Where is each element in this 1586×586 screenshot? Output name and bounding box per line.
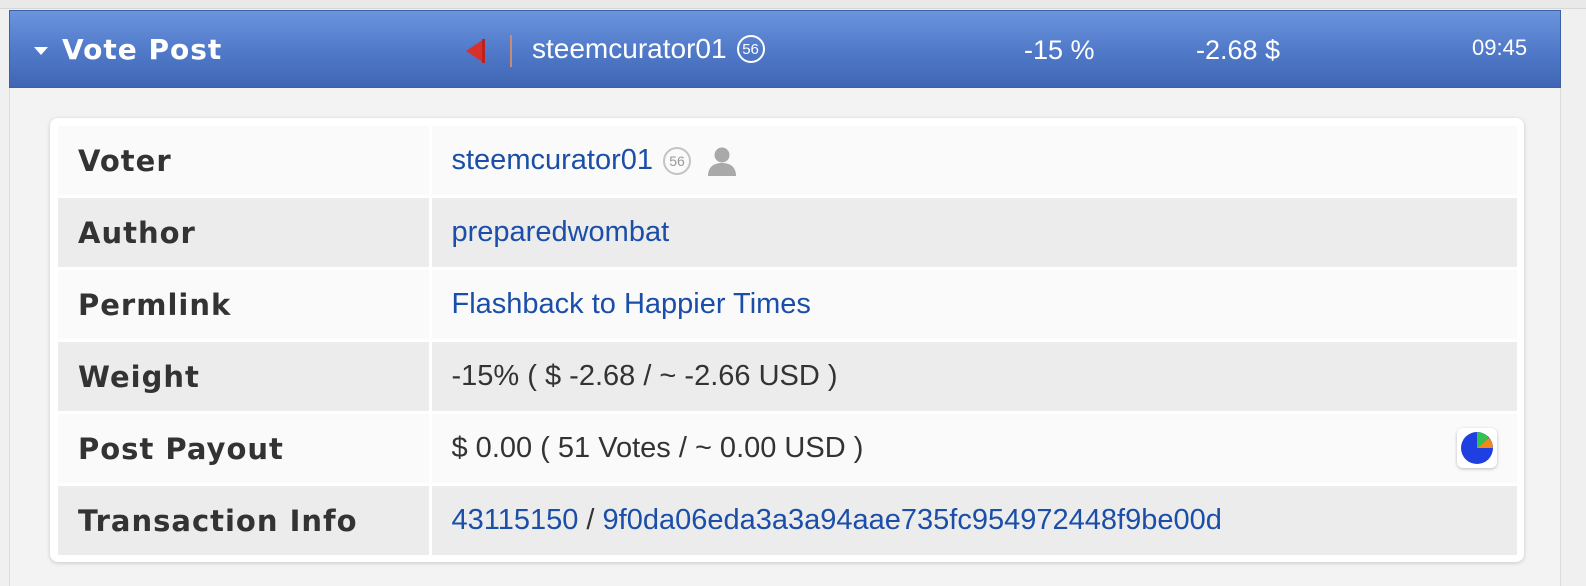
tx-separator: / [578, 504, 603, 536]
top-strip [0, 0, 1586, 9]
table-row: Weight -15% ( $ -2.68 / ~ -2.66 USD ) [58, 340, 1517, 414]
header-voter-name[interactable]: steemcurator01 [532, 33, 727, 65]
header-divider [510, 35, 512, 67]
flag-icon [466, 39, 485, 63]
header-voter[interactable]: steemcurator01 56 [532, 33, 765, 65]
header-title: Vote Post [62, 33, 223, 66]
pie-chart-icon [1461, 432, 1493, 464]
table-row: Post Payout $ 0.00 ( 51 Votes / ~ 0.00 U… [58, 412, 1517, 486]
pie-chart-button[interactable] [1457, 428, 1497, 468]
table-row: Voter steemcurator01 56 [58, 126, 1517, 198]
row-label-weight: Weight [58, 340, 432, 414]
details-card: Voter steemcurator01 56 Author preparedw… [50, 118, 1524, 562]
row-value-voter: steemcurator01 56 [430, 126, 1517, 198]
header-time: 09:45 [1472, 35, 1528, 60]
author-link[interactable]: preparedwombat [452, 216, 670, 248]
header-reputation-badge: 56 [736, 35, 765, 63]
row-label-voter: Voter [58, 126, 432, 198]
table-row: Author preparedwombat [58, 196, 1517, 270]
payout-text: $ 0.00 ( 51 Votes / ~ 0.00 USD ) [451, 432, 864, 464]
voter-reputation-badge: 56 [663, 146, 691, 175]
permlink-link[interactable]: Flashback to Happier Times [452, 288, 811, 320]
row-value-weight: -15% ( $ -2.68 / ~ -2.66 USD ) [430, 340, 1517, 414]
user-icon[interactable] [705, 144, 739, 178]
voter-link[interactable]: steemcurator01 [452, 144, 654, 177]
table-row: Transaction Info 43115150 / 9f0da06eda3a… [58, 484, 1517, 558]
row-value-payout: $ 0.00 ( 51 Votes / ~ 0.00 USD ) [430, 412, 1517, 486]
transaction-hash-link[interactable]: 9f0da06eda3a3a94aae735fc954972448f9be00d [603, 504, 1222, 536]
row-value-transaction: 43115150 / 9f0da06eda3a3a94aae735fc95497… [430, 484, 1517, 558]
header-weight-percent: -15 % [1024, 35, 1095, 65]
row-value-permlink: Flashback to Happier Times [430, 268, 1517, 342]
row-label-author: Author [58, 196, 432, 270]
row-label-transaction: Transaction Info [58, 484, 432, 558]
header-value-usd: -2.68 $ [1196, 35, 1281, 65]
table-row: Permlink Flashback to Happier Times [58, 268, 1517, 342]
details-table: Voter steemcurator01 56 Author preparedw… [58, 126, 1517, 558]
row-label-permlink: Permlink [58, 268, 432, 342]
row-value-author: preparedwombat [430, 196, 1517, 270]
row-label-payout: Post Payout [58, 412, 432, 486]
vote-post-header[interactable]: Vote Post steemcurator01 56 -15 % -2.68 … [9, 10, 1561, 88]
block-number-link[interactable]: 43115150 [452, 504, 579, 536]
caret-down-icon[interactable] [34, 47, 48, 55]
